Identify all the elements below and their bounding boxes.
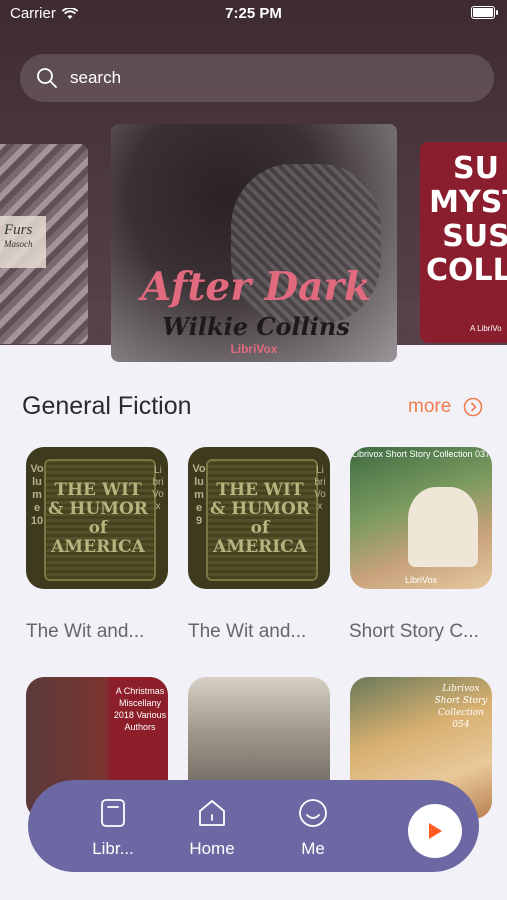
chevron-right-circle-icon — [463, 397, 483, 417]
book-cover-side: LibriVox — [314, 465, 326, 512]
section-title: General Fiction — [22, 392, 192, 420]
status-bar: Carrier 7:25 PM — [0, 0, 507, 28]
banner-card-left[interactable]: Furs Masoch — [0, 144, 88, 344]
book-cover-text: Librivox Short Story Collection 054 — [434, 684, 488, 730]
banner-card-main[interactable]: After Dark Wilkie Collins LibriVox — [111, 124, 397, 362]
tab-bar: Libr... Home Me — [28, 780, 479, 872]
play-icon — [429, 823, 442, 839]
tab-home[interactable]: Home — [177, 798, 247, 859]
more-link[interactable]: more — [408, 396, 483, 418]
banner-card-right[interactable]: SU MYST SUS COLLE A LibriVo — [420, 142, 507, 343]
play-button[interactable] — [408, 804, 462, 858]
banner-author: Wilkie Collins — [162, 312, 350, 341]
banner-left-label: Furs Masoch — [0, 216, 46, 268]
book-cover-volume: Volume 9 — [192, 463, 206, 527]
search-bar[interactable] — [20, 54, 494, 102]
book-title[interactable]: The Wit and... — [26, 621, 176, 643]
book-cover-header: Librivox Short Story Collection 037 — [351, 449, 491, 459]
banner-publisher: LibriVox — [230, 342, 278, 356]
tab-library[interactable]: Libr... — [78, 798, 148, 859]
tab-me-label: Me — [301, 839, 325, 858]
status-time: 7:25 PM — [225, 5, 282, 22]
tab-home-label: Home — [189, 839, 235, 858]
home-icon — [199, 800, 225, 826]
banner-title: After Dark — [141, 264, 371, 310]
tab-me[interactable]: Me — [278, 798, 348, 859]
book-cover-side: LibriVox — [152, 465, 164, 512]
book-cover-footer: LibriVox — [404, 575, 438, 585]
banner-right-title: SU MYST SUS COLLE — [426, 151, 507, 288]
search-icon — [37, 68, 57, 88]
smiley-icon — [299, 799, 327, 827]
book-cover-volume: Volume 10 — [30, 463, 44, 527]
search-input[interactable] — [68, 67, 452, 89]
book-title[interactable]: The Wit and... — [188, 621, 338, 643]
battery-icon — [471, 6, 498, 19]
book-cover-text: THE WIT & HUMOR of AMERICA — [48, 480, 148, 557]
banner-right-publisher: A LibriVo — [470, 324, 502, 333]
book-cover[interactable]: Volume 10 THE WIT & HUMOR of AMERICA Lib… — [26, 447, 168, 589]
more-label: more — [408, 396, 452, 417]
book-cover-text: THE WIT & HUMOR of AMERICA — [210, 480, 310, 557]
tab-library-label: Libr... — [92, 839, 134, 858]
book-cover-art — [408, 487, 478, 567]
book-cover[interactable]: Librivox Short Story Collection 037 Libr… — [350, 447, 492, 589]
book-cover[interactable]: Volume 9 THE WIT & HUMOR of AMERICA Libr… — [188, 447, 330, 589]
book-icon — [101, 799, 125, 827]
book-title[interactable]: Short Story C... — [349, 621, 499, 643]
book-cover-text: A Christmas Miscellany 2018 Various Auth… — [113, 686, 167, 732]
